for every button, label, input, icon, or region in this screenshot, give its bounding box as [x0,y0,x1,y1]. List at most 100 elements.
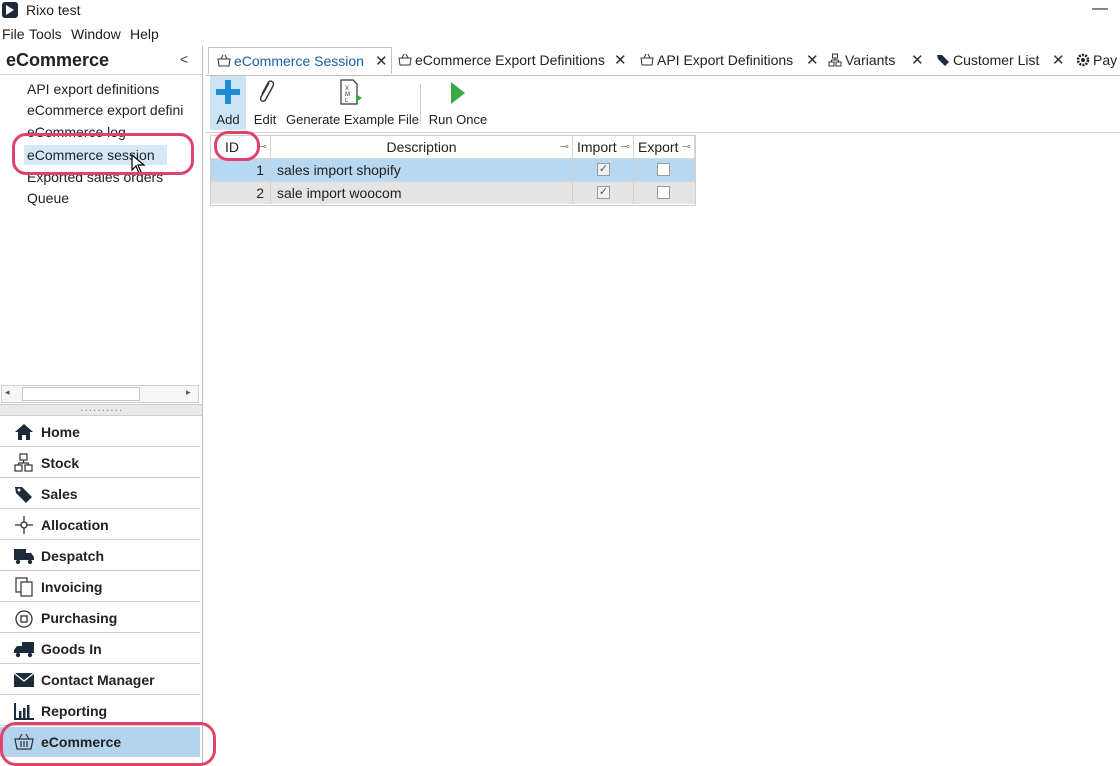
tab-variants[interactable]: Variants ✕ [828,47,928,74]
export-checkbox[interactable] [657,163,670,176]
module-goods-in[interactable]: Goods In [0,634,200,664]
close-tab-icon[interactable]: ✕ [375,48,388,75]
generate-example-file-button[interactable]: XML Generate Example File [286,76,419,130]
tree-item-api-export-definitions[interactable]: API export definitions [27,79,197,99]
toolbar: Add Edit XML Generate Example File Run O… [206,76,1120,133]
cell-import: ✓ [573,159,634,181]
module-purchasing[interactable]: Purchasing [0,603,200,633]
scroll-left-icon[interactable]: ◂ [5,387,10,398]
module-allocation[interactable]: Allocation [0,510,200,540]
column-header-import[interactable]: Import ⊸ [573,136,634,158]
basket-icon [398,53,412,66]
module-contact-manager[interactable]: Contact Manager [0,665,200,695]
window-title: Rixo test [26,2,81,18]
document-tabs: eCommerce Session ✕ eCommerce Export Def… [206,47,1120,76]
basket-icon [217,54,231,67]
tab-label: API Export Definitions [657,52,794,68]
session-grid: ID ⊸ Description ⊸ Import ⊸ Export ⊸ 1 s… [210,135,696,206]
plus-icon [216,80,240,104]
menu-help[interactable]: Help [130,26,159,42]
tree-item-queue[interactable]: Queue [27,188,197,208]
close-tab-icon[interactable]: ✕ [614,47,627,74]
module-stock[interactable]: Stock [0,448,200,478]
table-row[interactable]: 2 sale import woocom ✓ [211,181,695,204]
allocation-icon [15,516,33,534]
basket-icon [640,53,654,66]
menu-window[interactable]: Window [71,26,121,42]
envelope-icon [13,672,35,687]
module-label: Invoicing [41,579,103,595]
import-checkbox[interactable]: ✓ [597,163,610,176]
module-label: Sales [41,486,78,502]
generate-label: Generate Example File [286,112,419,127]
close-tab-icon[interactable]: ✕ [911,47,924,74]
tab-ecommerce-session[interactable]: eCommerce Session ✕ [208,47,392,74]
export-checkbox[interactable] [657,186,670,199]
purchasing-icon [15,610,33,628]
tree-item-ecommerce-export-definitions[interactable]: eCommerce export defini [27,100,197,120]
menu-bar: File Tools Window Help [0,26,1120,46]
goods-in-icon [14,642,34,658]
edit-button[interactable]: Edit [250,76,280,130]
module-sales[interactable]: Sales [0,479,200,509]
table-row[interactable]: 1 sales import shopify ✓ [211,158,695,181]
module-invoicing[interactable]: Invoicing [0,572,200,602]
scrollbar-thumb[interactable] [22,387,140,401]
toolbar-separator [420,84,421,124]
run-once-label: Run Once [428,112,488,127]
tree-horizontal-scrollbar[interactable]: ◂ ▸ [1,385,199,403]
run-once-button[interactable]: Run Once [426,76,490,130]
invoice-icon [15,577,33,597]
highlight-ecommerce-session [12,133,194,175]
column-header-label: Description [386,139,457,155]
cell-export [634,159,695,181]
cell-description[interactable]: sales import shopify [271,159,573,181]
sales-tag-icon [15,487,32,503]
module-home[interactable]: Home [0,417,200,447]
tab-customer-list[interactable]: Customer List ✕ [936,47,1072,74]
tab-label: Pay [1093,52,1118,68]
highlight-ecommerce-module [0,722,216,766]
pin-icon[interactable]: ⊸ [621,136,630,158]
minimize-button[interactable]: — [1092,0,1108,18]
module-label: Allocation [41,517,109,533]
cell-export [634,182,695,204]
pin-icon[interactable]: ⊸ [682,136,691,158]
pin-icon[interactable]: ⊸ [560,136,569,158]
cell-import: ✓ [573,182,634,204]
paperclip-icon [259,80,275,102]
menu-file[interactable]: File [2,26,25,42]
module-label: Goods In [41,641,102,657]
play-icon [451,82,465,104]
module-label: Purchasing [41,610,118,626]
stock-icon [828,53,842,67]
tab-label: Customer List [953,52,1040,68]
column-header-description[interactable]: Description ⊸ [271,136,573,158]
stock-icon [14,453,33,472]
column-header-label: Export [638,139,679,155]
tab-ecommerce-export-definitions[interactable]: eCommerce Export Definitions ✕ [398,47,628,74]
module-label: Stock [41,455,80,471]
tab-api-export-definitions[interactable]: API Export Definitions ✕ [640,47,826,74]
module-despatch[interactable]: Despatch [0,541,200,571]
nav-title: eCommerce [6,50,110,70]
nav-tree: API export definitions eCommerce export … [0,76,202,386]
import-checkbox[interactable]: ✓ [597,186,610,199]
column-header-export[interactable]: Export ⊸ [634,136,695,158]
menu-tools[interactable]: Tools [29,26,62,42]
xml-file-icon: XML [340,79,362,105]
highlight-id-column [214,131,260,161]
add-button[interactable]: Add [210,76,246,130]
title-bar: Rixo test — [0,0,1120,24]
tab-label: eCommerce Session [234,53,364,69]
close-tab-icon[interactable]: ✕ [1052,47,1065,74]
tab-pay[interactable]: Pay [1076,47,1120,74]
cell-id: 2 [211,182,271,204]
cell-id: 1 [211,159,271,181]
cell-description[interactable]: sale import woocom [271,182,573,204]
home-icon [15,424,33,440]
bar-chart-icon [14,703,34,720]
collapse-panel-button[interactable]: < [180,51,188,67]
scroll-right-icon[interactable]: ▸ [186,387,191,398]
close-tab-icon[interactable]: ✕ [806,47,819,74]
